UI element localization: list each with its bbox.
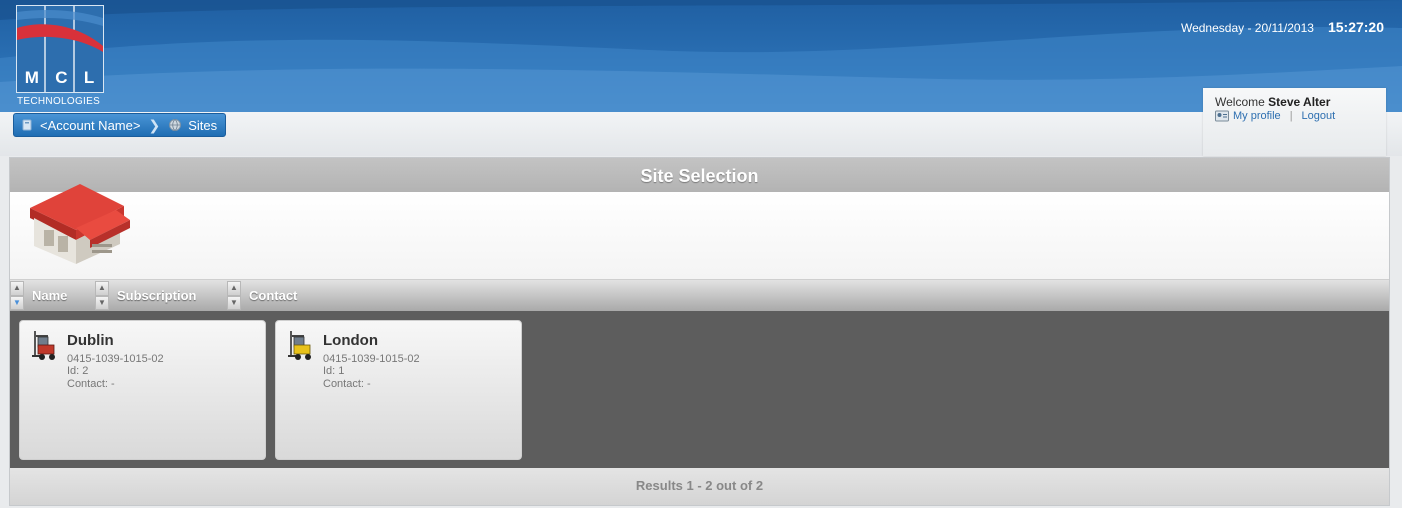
logo-letters: M C L [24, 68, 96, 87]
sort-down-icon[interactable]: ▼ [10, 295, 24, 310]
results-footer: Results 1 - 2 out of 2 [10, 468, 1389, 505]
current-date: Wednesday - 20/11/2013 [1180, 21, 1314, 35]
app-header: M C L TECHNOLOGIES Wednesday - 20/11/201… [0, 0, 1402, 112]
site-name: London [323, 332, 378, 349]
sort-by-subscription[interactable]: ▲ ▼ Subscription [95, 280, 196, 311]
link-divider: | [1289, 110, 1293, 122]
breadcrumb-item-sites[interactable]: Sites [168, 118, 217, 133]
sort-label: Subscription [117, 288, 197, 303]
mcl-logo[interactable]: M C L TECHNOLOGIES [16, 5, 104, 107]
forklift-icon [32, 331, 55, 360]
my-profile-link[interactable]: My profile [1233, 110, 1281, 122]
panel-title: Site Selection [10, 158, 1389, 192]
site-id: Id: 1 [323, 365, 345, 377]
sort-down-icon[interactable]: ▼ [95, 295, 109, 310]
panel-hero [10, 184, 1389, 279]
site-contact: Contact: - [67, 378, 115, 390]
sort-down-icon[interactable]: ▼ [227, 295, 241, 310]
breadcrumb: <Account Name> ❯ Sites [13, 113, 227, 137]
date-time: Wednesday - 20/11/2013 15:27:20 [1181, 19, 1384, 35]
header-wave-decoration [0, 0, 1402, 112]
logo-subtitle: TECHNOLOGIES [17, 96, 101, 107]
site-cards-area: Dublin 0415-1039-1015-02 Id: 2 Contact: … [10, 311, 1389, 468]
breadcrumb-label: <Account Name> [40, 117, 141, 133]
sort-up-icon[interactable]: ▲ [95, 281, 109, 296]
site-card-london[interactable]: London 0415-1039-1015-02 Id: 1 Contact: … [275, 320, 522, 460]
breadcrumb-label: Sites [188, 117, 218, 133]
sort-arrows[interactable]: ▲ ▼ [10, 281, 24, 310]
chevron-right-icon: ❯ [148, 116, 161, 133]
sort-up-icon[interactable]: ▲ [227, 281, 241, 296]
sort-bar: ▲ ▼ Name ▲ ▼ Subscription ▲ ▼ Contact [10, 279, 1389, 312]
user-name: Steve Alter [1268, 95, 1331, 109]
site-subscription: 0415-1039-1015-02 [67, 353, 164, 365]
sort-arrows[interactable]: ▲ ▼ [95, 281, 109, 310]
logout-link[interactable]: Logout [1302, 110, 1336, 122]
sort-label: Name [32, 288, 68, 303]
sort-arrows[interactable]: ▲ ▼ [227, 281, 241, 310]
site-contact: Contact: - [323, 378, 371, 390]
user-links: My profile | Logout [1215, 110, 1335, 122]
site-card-dublin[interactable]: Dublin 0415-1039-1015-02 Id: 2 Contact: … [19, 320, 266, 460]
sort-by-contact[interactable]: ▲ ▼ Contact [227, 280, 297, 311]
user-box: Welcome Steve Alter My profile | Logout [1203, 88, 1386, 156]
globe-icon [169, 119, 182, 131]
account-icon [22, 119, 32, 131]
site-name: Dublin [67, 332, 114, 349]
site-selection-panel: Site Selection ▲ ▼ Name ▲ ▼ Subscription… [9, 157, 1390, 506]
breadcrumb-item-account[interactable]: <Account Name> [20, 118, 140, 133]
site-id: Id: 2 [67, 365, 89, 377]
sort-by-name[interactable]: ▲ ▼ Name [10, 280, 67, 311]
welcome-text: Welcome Steve Alter [1215, 95, 1331, 109]
sort-label: Contact [249, 288, 298, 303]
current-time: 15:27:20 [1327, 19, 1384, 35]
sort-up-icon[interactable]: ▲ [10, 281, 24, 296]
logo-emblem: M C L [16, 5, 104, 93]
profile-icon [1215, 110, 1229, 122]
warehouse-icon [30, 184, 130, 264]
forklift-icon [288, 331, 311, 360]
site-subscription: 0415-1039-1015-02 [323, 353, 420, 365]
